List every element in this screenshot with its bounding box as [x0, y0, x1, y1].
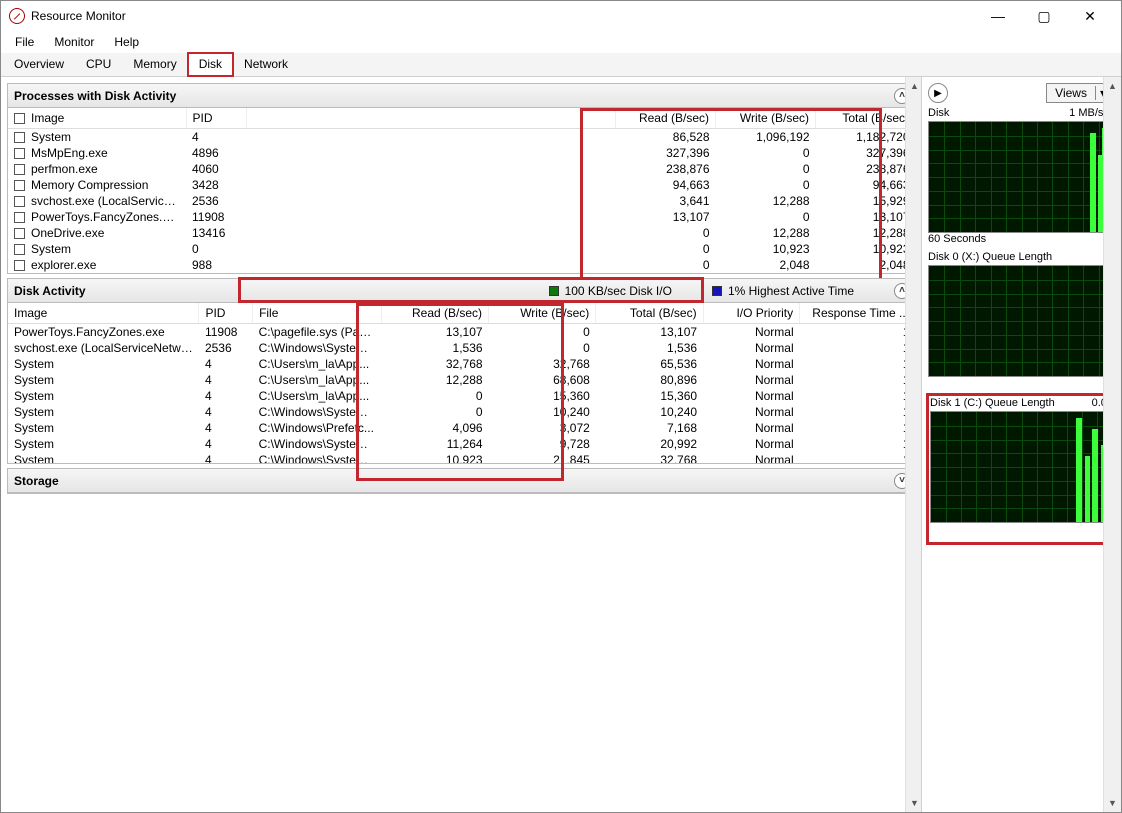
table-row[interactable]: System4C:\Windows\System...010,24010,240…	[8, 404, 916, 420]
panel-storage-title: Storage	[14, 474, 59, 488]
col-file[interactable]: File	[253, 303, 382, 324]
menu-monitor[interactable]: Monitor	[46, 33, 102, 51]
scroll-down-icon[interactable]: ▼	[1104, 794, 1121, 812]
graph3-title: Disk 1 (C:) Queue Length	[930, 397, 1055, 409]
row-checkbox[interactable]	[14, 180, 25, 191]
main-column: Processes with Disk Activity ˄ Image PID…	[1, 77, 921, 812]
graph-disk1-queue	[930, 411, 1113, 523]
panel-disk-activity-title: Disk Activity	[14, 284, 86, 298]
panel-processes-header[interactable]: Processes with Disk Activity ˄	[8, 84, 916, 108]
graph1-caption-left: 60 Seconds	[928, 233, 986, 245]
row-checkbox[interactable]	[14, 244, 25, 255]
table-row[interactable]: svchost.exe (LocalServiceNetwo...2536C:\…	[8, 340, 916, 356]
active-time-indicator: 1% Highest Active Time	[712, 284, 854, 298]
table-row[interactable]: explorer.exe98802,0482,048	[8, 257, 916, 273]
tab-disk[interactable]: Disk	[188, 53, 233, 76]
menu-file[interactable]: File	[7, 33, 42, 51]
row-checkbox[interactable]	[14, 260, 25, 271]
scroll-down-icon[interactable]: ▼	[906, 794, 921, 812]
row-checkbox[interactable]	[14, 228, 25, 239]
col-image[interactable]: Image	[8, 108, 186, 129]
col-read[interactable]: Read (B/sec)	[381, 303, 488, 324]
col-pid[interactable]: PID	[199, 303, 253, 324]
window-title: Resource Monitor	[31, 9, 126, 23]
side-column: ▶ Views▾ Disk 1 MB/sec 60 Seconds 0 Disk…	[921, 77, 1121, 812]
tab-cpu[interactable]: CPU	[75, 53, 122, 76]
col-read[interactable]: Read (B/sec)	[616, 108, 716, 129]
row-checkbox[interactable]	[14, 132, 25, 143]
table-row[interactable]: PowerToys.FancyZones.exe1190813,107013,1…	[8, 209, 916, 225]
panel-storage: Storage ˅	[7, 468, 917, 494]
table-row[interactable]: System4C:\Windows\System...10,92321,8453…	[8, 452, 916, 463]
scroll-up-icon[interactable]: ▲	[906, 77, 921, 95]
table-row[interactable]: System4C:\Users\m_la\App...015,36015,360…	[8, 388, 916, 404]
col-write[interactable]: Write (B/sec)	[716, 108, 816, 129]
row-checkbox[interactable]	[14, 196, 25, 207]
titlebar: Resource Monitor ― ▢ ✕	[1, 1, 1121, 31]
close-button[interactable]: ✕	[1067, 1, 1113, 31]
row-checkbox[interactable]	[14, 148, 25, 159]
tabbar: Overview CPU Memory Disk Network	[1, 53, 1121, 77]
select-all-checkbox[interactable]	[14, 113, 25, 124]
disk-io-indicator: 100 KB/sec Disk I/O	[549, 284, 672, 298]
menubar: File Monitor Help	[1, 31, 1121, 53]
panel-disk-activity-header[interactable]: Disk Activity 100 KB/sec Disk I/O 1% Hig…	[8, 279, 916, 303]
table-row[interactable]: MsMpEng.exe4896327,3960327,396	[8, 145, 916, 161]
table-row[interactable]: System0010,92310,923	[8, 241, 916, 257]
table-row[interactable]: System486,5281,096,1921,182,720	[8, 129, 916, 146]
col-total[interactable]: Total (B/sec)	[596, 303, 703, 324]
row-checkbox[interactable]	[14, 212, 25, 223]
table-header-row: Image PID Read (B/sec) Write (B/sec) Tot…	[8, 108, 916, 129]
vertical-scrollbar[interactable]: ▲ ▼	[905, 77, 921, 812]
tab-memory[interactable]: Memory	[122, 53, 187, 76]
table-row[interactable]: svchost.exe (LocalServiceNet...25363,641…	[8, 193, 916, 209]
table-row[interactable]: OneDrive.exe13416012,28812,288	[8, 225, 916, 241]
table-row[interactable]: perfmon.exe4060238,8760238,876	[8, 161, 916, 177]
panel-disk-activity: Disk Activity 100 KB/sec Disk I/O 1% Hig…	[7, 278, 917, 464]
col-write[interactable]: Write (B/sec)	[489, 303, 596, 324]
table-row[interactable]: PowerToys.FancyZones.exe11908C:\pagefile…	[8, 324, 916, 341]
side-scrollbar[interactable]: ▲ ▼	[1103, 77, 1121, 812]
graph2-title: Disk 0 (X:) Queue Length	[928, 251, 1052, 263]
graph-disk	[928, 121, 1115, 233]
table-row[interactable]: System4C:\Windows\System...11,2649,72820…	[8, 436, 916, 452]
col-image[interactable]: Image	[8, 303, 199, 324]
table-row[interactable]: System4C:\Users\m_la\App...12,28868,6088…	[8, 372, 916, 388]
table-header-row: Image PID File Read (B/sec) Write (B/sec…	[8, 303, 916, 324]
col-pid[interactable]: PID	[186, 108, 246, 129]
panel-storage-header[interactable]: Storage ˅	[8, 469, 916, 493]
maximize-button[interactable]: ▢	[1021, 1, 1067, 31]
row-checkbox[interactable]	[14, 164, 25, 175]
tab-overview[interactable]: Overview	[3, 53, 75, 76]
hide-pane-button[interactable]: ▶	[928, 83, 948, 103]
panel-processes-title: Processes with Disk Activity	[14, 89, 176, 103]
processes-table: Image PID Read (B/sec) Write (B/sec) Tot…	[8, 108, 916, 273]
table-row[interactable]: System4C:\Windows\Prefetc...4,0963,0727,…	[8, 420, 916, 436]
tab-network[interactable]: Network	[233, 53, 299, 76]
graph-disk0-queue	[928, 265, 1115, 377]
graph1-title: Disk	[928, 107, 949, 119]
col-priority[interactable]: I/O Priority	[703, 303, 800, 324]
panel-processes: Processes with Disk Activity ˄ Image PID…	[7, 83, 917, 274]
minimize-button[interactable]: ―	[975, 1, 1021, 31]
scroll-up-icon[interactable]: ▲	[1104, 77, 1121, 95]
table-row[interactable]: System4C:\Users\m_la\App...32,76832,7686…	[8, 356, 916, 372]
col-response[interactable]: Response Time ...	[800, 303, 916, 324]
disk-activity-table: Image PID File Read (B/sec) Write (B/sec…	[8, 303, 916, 463]
app-icon	[9, 8, 25, 24]
col-total[interactable]: Total (B/sec)	[816, 108, 916, 129]
menu-help[interactable]: Help	[106, 33, 147, 51]
table-row[interactable]: Memory Compression342894,663094,663	[8, 177, 916, 193]
